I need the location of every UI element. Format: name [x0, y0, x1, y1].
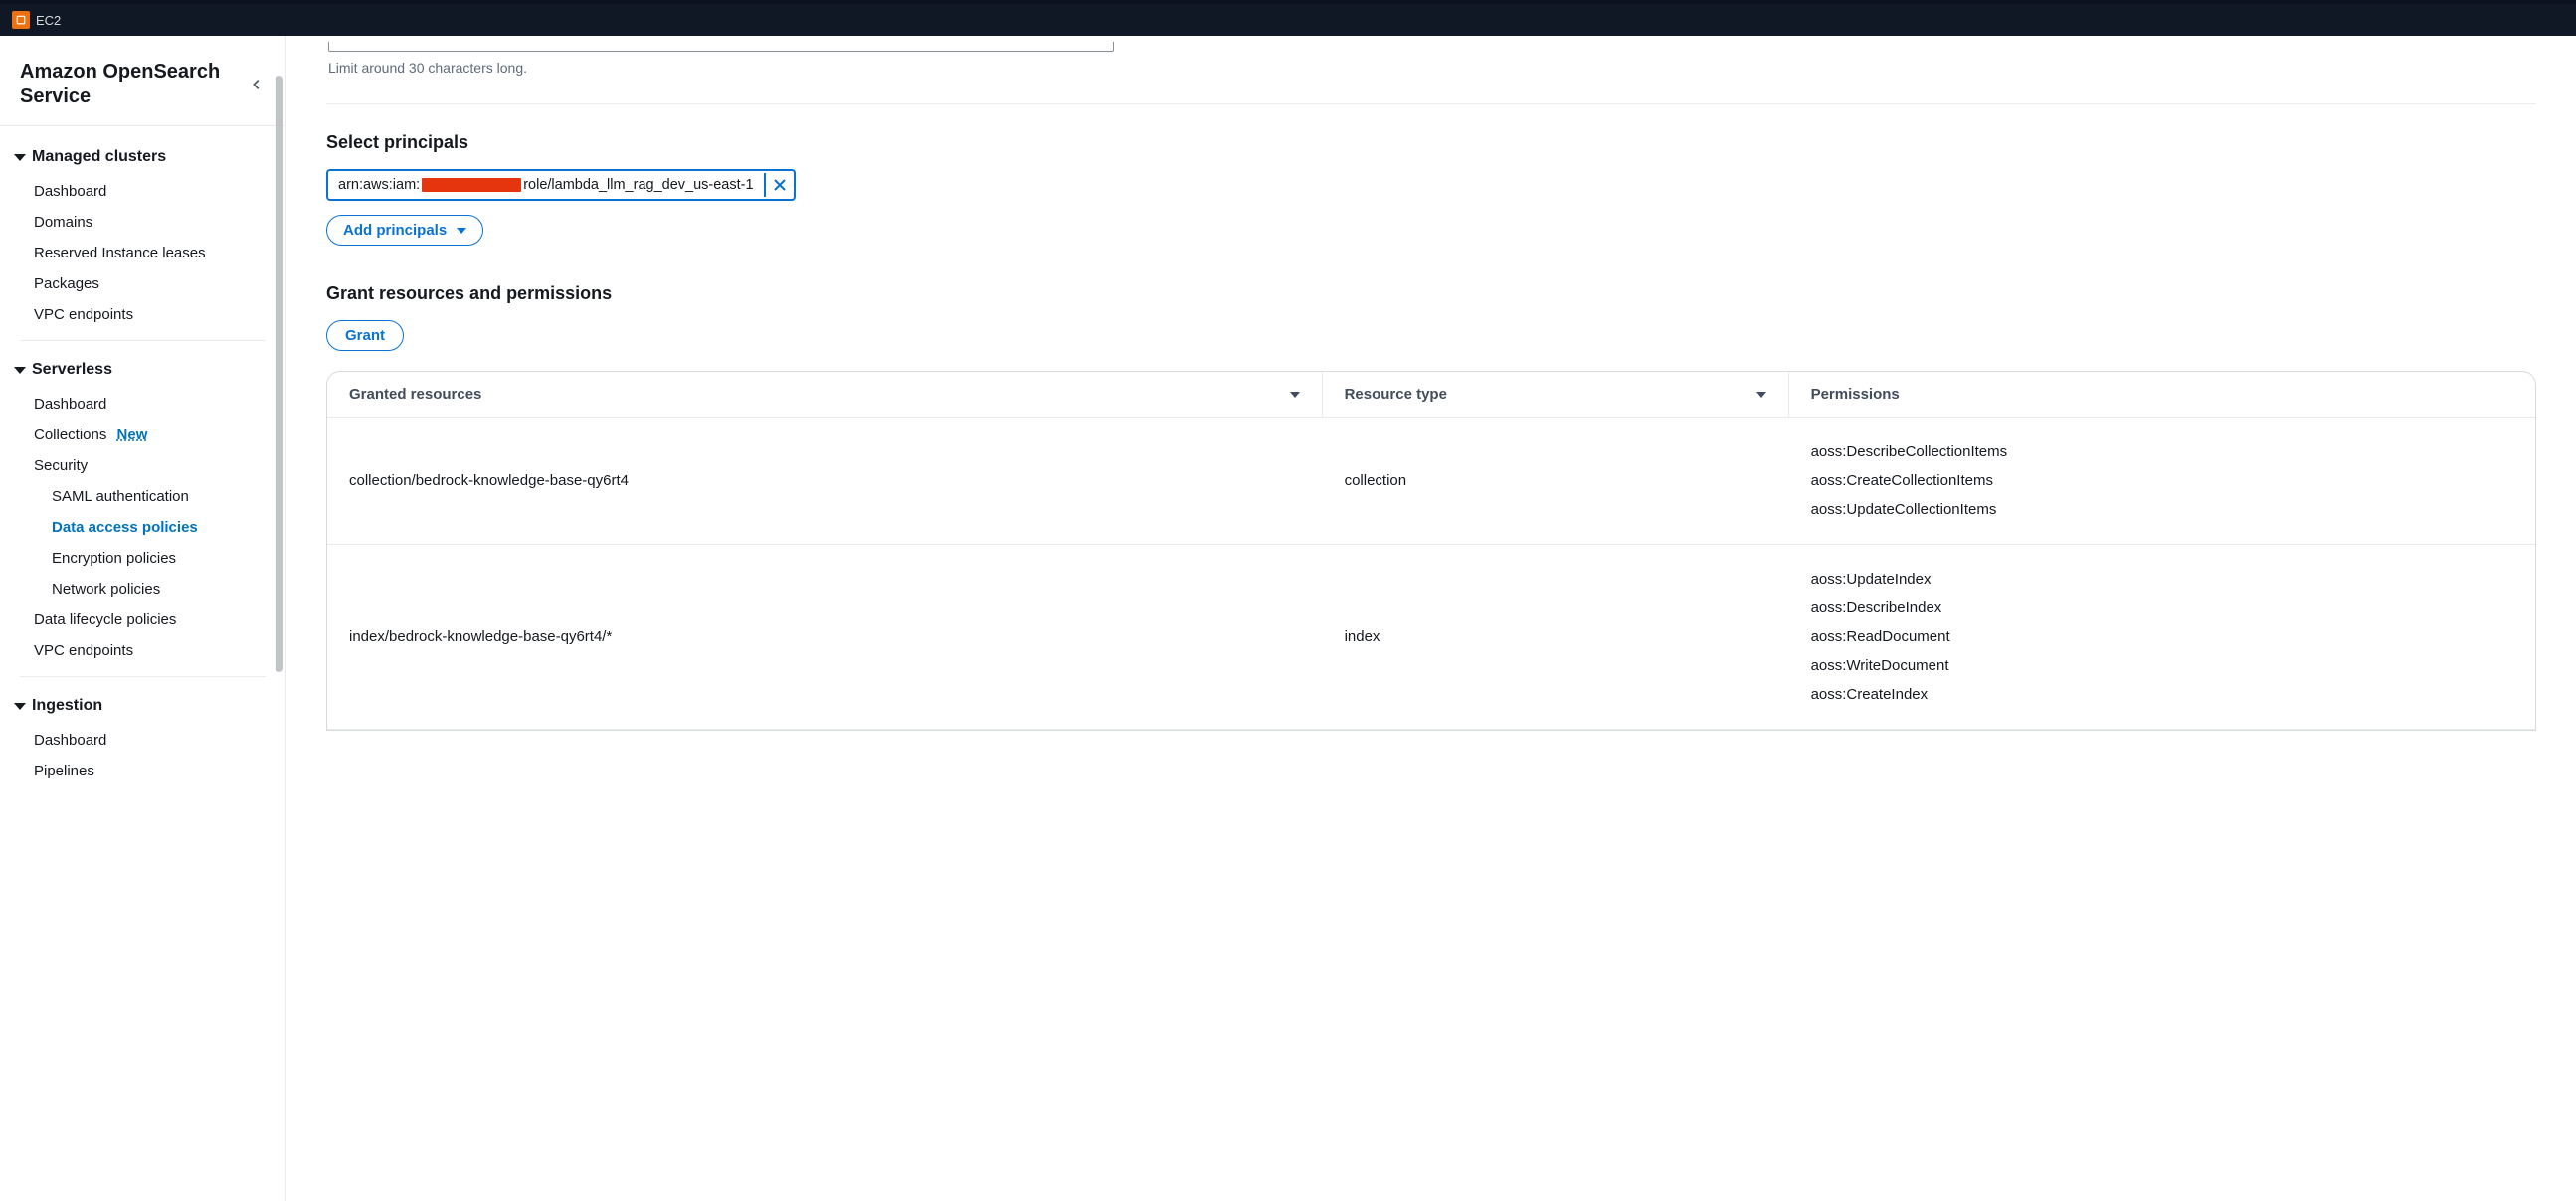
caret-down-icon [14, 703, 26, 710]
nav-title: Amazon OpenSearch Service [20, 60, 248, 109]
remove-principal-button[interactable] [764, 173, 794, 197]
cell-type: index [1323, 545, 1789, 729]
redacted-account-id [422, 178, 521, 192]
permission-item: aoss:DescribeCollectionItems [1811, 437, 2513, 466]
nav-item-sl-vpc-endpoints[interactable]: VPC endpoints [14, 635, 272, 666]
main-content: Limit around 30 characters long. Select … [286, 36, 2576, 1201]
permission-item: aoss:UpdateCollectionItems [1811, 495, 2513, 524]
permission-item: aoss:DescribeIndex [1811, 594, 2513, 622]
permission-item: aoss:UpdateIndex [1811, 565, 2513, 594]
nav-item-domains[interactable]: Domains [14, 207, 272, 238]
name-input[interactable] [328, 42, 1114, 52]
nav-scrollbar[interactable] [274, 36, 285, 1201]
table-row: index/bedrock-knowledge-base-qy6rt4/* in… [327, 545, 2535, 730]
nav-item-data-lifecycle[interactable]: Data lifecycle policies [14, 604, 272, 635]
service-label: EC2 [36, 13, 61, 28]
grant-heading: Grant resources and permissions [326, 283, 2536, 304]
nav-item-encryption-policies[interactable]: Encryption policies [32, 543, 272, 574]
close-icon [772, 177, 788, 193]
permission-item: aoss:ReadDocument [1811, 622, 2513, 651]
principal-token: arn:aws:iam: role/lambda_llm_rag_dev_us-… [326, 169, 796, 201]
principal-token-text: arn:aws:iam: role/lambda_llm_rag_dev_us-… [328, 171, 764, 199]
grant-button[interactable]: Grant [326, 320, 404, 351]
cell-type: collection [1323, 418, 1789, 544]
permission-item: aoss:WriteDocument [1811, 651, 2513, 680]
nav-item-data-access-policies[interactable]: Data access policies [32, 512, 272, 543]
nav-group-ingestion[interactable]: Ingestion [14, 687, 272, 725]
caret-down-icon [457, 228, 466, 234]
char-limit-hint: Limit around 30 characters long. [328, 60, 2536, 76]
col-granted-resources[interactable]: Granted resources [327, 372, 1323, 417]
nav-item-network-policies[interactable]: Network policies [32, 574, 272, 604]
col-resource-type[interactable]: Resource type [1323, 372, 1789, 417]
add-principals-button[interactable]: Add principals [326, 215, 483, 246]
nav-group-managed-clusters[interactable]: Managed clusters [14, 138, 272, 176]
new-badge: New [117, 427, 148, 443]
table-row: collection/bedrock-knowledge-base-qy6rt4… [327, 418, 2535, 545]
nav-item-collections[interactable]: Collections New [14, 420, 272, 450]
nav-item-pipelines[interactable]: Pipelines [14, 756, 272, 786]
top-bar: EC2 [0, 0, 2576, 36]
ec2-icon [12, 11, 30, 29]
permission-item: aoss:CreateIndex [1811, 680, 2513, 709]
principals-heading: Select principals [326, 132, 2536, 153]
sort-icon [1290, 392, 1300, 398]
cell-resource: index/bedrock-knowledge-base-qy6rt4/* [327, 545, 1323, 729]
nav-item-dashboard[interactable]: Dashboard [14, 176, 272, 207]
nav-group-serverless[interactable]: Serverless [14, 351, 272, 389]
grants-table: Granted resources Resource type Permissi… [326, 371, 2536, 731]
nav-item-vpc-endpoints[interactable]: VPC endpoints [14, 299, 272, 330]
cell-permissions: aoss:UpdateIndex aoss:DescribeIndex aoss… [1789, 545, 2535, 729]
cell-resource: collection/bedrock-knowledge-base-qy6rt4 [327, 418, 1323, 544]
permission-item: aoss:CreateCollectionItems [1811, 466, 2513, 495]
col-permissions[interactable]: Permissions [1789, 372, 2535, 417]
nav-item-security[interactable]: Security [14, 450, 272, 481]
nav-item-reserved-instance-leases[interactable]: Reserved Instance leases [14, 238, 272, 268]
service-chip[interactable]: EC2 [12, 11, 61, 29]
collapse-nav-button[interactable] [248, 74, 266, 95]
caret-down-icon [14, 367, 26, 374]
nav-item-sl-dashboard[interactable]: Dashboard [14, 389, 272, 420]
nav-item-saml[interactable]: SAML authentication [32, 481, 272, 512]
caret-down-icon [14, 154, 26, 161]
chevron-left-icon [250, 78, 264, 91]
sort-icon [1756, 392, 1766, 398]
cell-permissions: aoss:DescribeCollectionItems aoss:Create… [1789, 418, 2535, 544]
shell: Amazon OpenSearch Service Managed cluste… [0, 36, 2576, 1201]
nav-item-ing-dashboard[interactable]: Dashboard [14, 725, 272, 756]
side-nav: Amazon OpenSearch Service Managed cluste… [0, 36, 286, 1201]
nav-item-packages[interactable]: Packages [14, 268, 272, 299]
